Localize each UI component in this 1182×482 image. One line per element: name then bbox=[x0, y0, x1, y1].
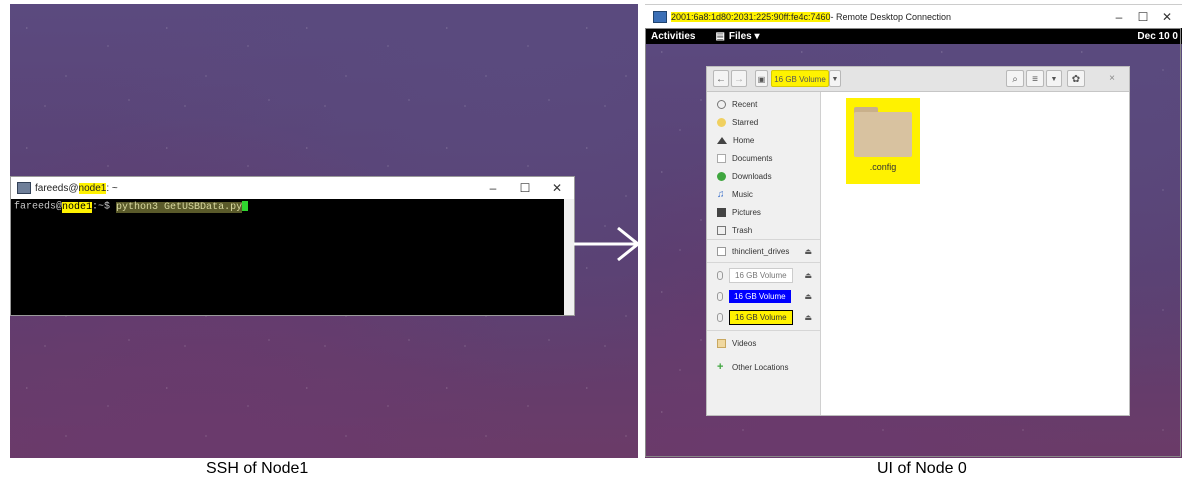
folder-icon-body bbox=[854, 112, 912, 157]
home-icon bbox=[717, 136, 727, 144]
putty-icon bbox=[17, 182, 31, 194]
usb-drive-icon bbox=[717, 312, 723, 322]
activities-button[interactable]: Activities bbox=[651, 31, 695, 42]
back-button[interactable]: ← bbox=[713, 70, 729, 87]
terminal-cursor bbox=[242, 201, 249, 211]
drive-icon[interactable]: ▣ bbox=[755, 70, 768, 87]
trash-icon bbox=[717, 225, 726, 235]
minimize-button[interactable]: – bbox=[479, 177, 507, 199]
sidebar-item-label: Videos bbox=[732, 338, 757, 348]
sidebar-item-documents[interactable]: Documents bbox=[707, 149, 820, 167]
right-arrow-icon bbox=[574, 226, 641, 262]
sidebar-item-volume-1[interactable]: 16 GB Volume ⏏ bbox=[707, 266, 820, 284]
chevron-down-icon[interactable]: ▼ bbox=[829, 70, 841, 87]
rdp-close-button[interactable]: ✕ bbox=[1153, 5, 1181, 29]
sidebar-item-label: Music bbox=[732, 189, 753, 199]
terminal-command: python3 GetUSBData.py bbox=[116, 201, 243, 213]
sidebar-item-volume-3[interactable]: 16 GB Volume ⏏ bbox=[707, 308, 820, 326]
sidebar-item-label: Home bbox=[733, 135, 755, 145]
drive-icon bbox=[717, 246, 726, 256]
sidebar-item-label: Other Locations bbox=[732, 362, 789, 372]
sidebar-item-trash[interactable]: Trash bbox=[707, 221, 820, 239]
sidebar-item-starred[interactable]: Starred bbox=[707, 113, 820, 131]
files-content-area[interactable]: .config bbox=[821, 92, 1129, 415]
sidebar-item-label: 16 GB Volume bbox=[729, 289, 791, 303]
terminal-title-rest: : ~ bbox=[106, 182, 118, 194]
sidebar-item-label: Starred bbox=[732, 117, 759, 127]
folder-name: .config bbox=[869, 162, 897, 172]
sidebar-divider bbox=[707, 330, 820, 331]
document-icon bbox=[717, 153, 726, 163]
sidebar-item-label: 16 GB Volume bbox=[729, 267, 793, 283]
terminal-title-bar[interactable]: fareeds@ node1: ~ – ☐ ✕ bbox=[11, 177, 574, 199]
sidebar-item-recent[interactable]: Recent bbox=[707, 95, 820, 113]
sidebar-item-label: Recent bbox=[732, 99, 758, 109]
eject-icon[interactable]: ⏏ bbox=[804, 292, 812, 301]
sidebar-item-volume-2[interactable]: 16 GB Volume ⏏ bbox=[707, 287, 820, 305]
sidebar-item-thinclient-drives[interactable]: thinclient_drives ⏏ bbox=[707, 242, 820, 260]
prompt-rest: :~$ bbox=[92, 201, 117, 213]
sidebar-item-music[interactable]: ♫ Music bbox=[707, 185, 820, 203]
files-header-bar: ← → ▣ 16 GB Volume ▼ ⌕ ≡ ▼ ✿ × bbox=[707, 67, 1129, 92]
sidebar-item-label: 16 GB Volume bbox=[729, 309, 793, 325]
clock[interactable]: Dec 10 0 bbox=[1137, 31, 1178, 42]
sidebar-item-label: Pictures bbox=[732, 207, 761, 217]
files-app-menu[interactable]: Files ▾ bbox=[729, 31, 760, 42]
terminal-title-user: fareeds@ bbox=[35, 182, 79, 194]
usb-drive-icon bbox=[717, 270, 723, 280]
files-app-menu-icon: ▤ bbox=[715, 30, 725, 42]
prompt-host: node1 bbox=[62, 201, 93, 213]
search-button[interactable]: ⌕ bbox=[1006, 70, 1024, 87]
eject-icon[interactable]: ⏏ bbox=[804, 271, 812, 280]
ssh-terminal-window[interactable]: fareeds@ node1: ~ – ☐ ✕ fareeds@node1:~$ … bbox=[10, 176, 575, 316]
terminal-output[interactable]: fareeds@node1:~$ python3 GetUSBData.py bbox=[11, 199, 564, 315]
files-sidebar: Recent Starred Home Documents Downloads … bbox=[707, 92, 821, 415]
sidebar-item-other-locations[interactable]: + Other Locations bbox=[707, 358, 820, 376]
sidebar-item-home[interactable]: Home bbox=[707, 131, 820, 149]
gear-icon[interactable]: ✿ bbox=[1067, 70, 1085, 87]
view-list-button[interactable]: ≡ bbox=[1026, 70, 1044, 87]
clock-icon bbox=[717, 99, 726, 109]
maximize-button[interactable]: ☐ bbox=[511, 177, 539, 199]
plus-icon: + bbox=[717, 360, 724, 373]
close-button[interactable]: ✕ bbox=[543, 177, 571, 199]
remote-desktop-background: Activities ▤ Files ▾ Dec 10 0 ← → ▣ 16 G… bbox=[645, 28, 1182, 458]
close-icon[interactable]: × bbox=[1105, 70, 1119, 87]
rdp-title-rest: - Remote Desktop Connection bbox=[830, 12, 952, 22]
left-caption: SSH of Node1 bbox=[206, 460, 309, 477]
rdp-title-bar[interactable]: 2001:6a8:1d80:2031:225:90ff:fe4c:7460 - … bbox=[645, 4, 1182, 29]
gnome-top-bar: Activities ▤ Files ▾ Dec 10 0 bbox=[645, 28, 1182, 44]
folder-item[interactable]: .config bbox=[846, 98, 920, 184]
usb-drive-icon bbox=[717, 291, 723, 301]
music-icon: ♫ bbox=[717, 188, 725, 200]
right-caption: UI of Node 0 bbox=[877, 460, 967, 477]
prompt-user: fareeds@ bbox=[14, 201, 63, 213]
sidebar-item-label: Documents bbox=[732, 153, 773, 163]
rdp-icon bbox=[653, 11, 667, 23]
sidebar-item-label: thinclient_drives bbox=[732, 246, 790, 256]
location-breadcrumb[interactable]: 16 GB Volume bbox=[771, 70, 829, 87]
rdp-title-address: 2001:6a8:1d80:2031:225:90ff:fe4c:7460 bbox=[671, 12, 831, 22]
sidebar-item-videos[interactable]: Videos bbox=[707, 334, 820, 352]
forward-button[interactable]: → bbox=[731, 70, 747, 87]
terminal-title-host: node1 bbox=[78, 182, 107, 194]
star-icon bbox=[717, 117, 726, 127]
ssh-desktop-background: fareeds@ node1: ~ – ☐ ✕ fareeds@node1:~$ … bbox=[10, 4, 638, 458]
folder-icon bbox=[717, 338, 726, 348]
sidebar-item-label: Downloads bbox=[732, 171, 772, 181]
sidebar-item-downloads[interactable]: Downloads bbox=[707, 167, 820, 185]
sidebar-item-label: Trash bbox=[732, 225, 753, 235]
view-options-button[interactable]: ▼ bbox=[1046, 70, 1062, 87]
files-window: ← → ▣ 16 GB Volume ▼ ⌕ ≡ ▼ ✿ × Recent St… bbox=[706, 66, 1130, 416]
eject-icon[interactable]: ⏏ bbox=[804, 247, 812, 256]
download-icon bbox=[717, 171, 726, 181]
eject-icon[interactable]: ⏏ bbox=[804, 313, 812, 322]
sidebar-item-pictures[interactable]: Pictures bbox=[707, 203, 820, 221]
pictures-icon bbox=[717, 207, 726, 217]
sidebar-divider bbox=[707, 239, 820, 240]
sidebar-divider bbox=[707, 262, 820, 263]
